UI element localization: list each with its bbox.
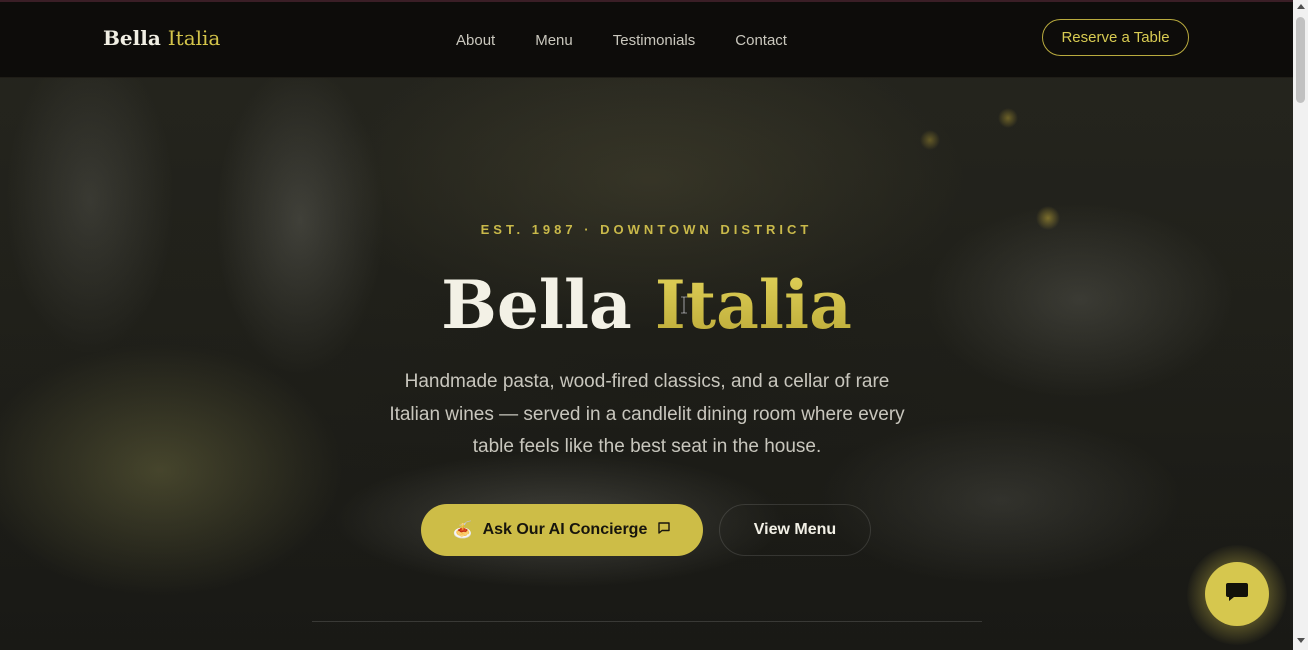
chat-widget-button[interactable] [1205,562,1269,626]
navbar: Bella Italia About Menu Testimonials Con… [0,2,1293,78]
hero-title: Bella Italia [0,262,1293,348]
page: Bella Italia About Menu Testimonials Con… [0,0,1293,650]
nav-links: About Menu Testimonials Contact [456,32,827,49]
scrollbar-thumb[interactable] [1296,17,1305,103]
nav-link-testimonials[interactable]: Testimonials [613,32,696,49]
nav-link-contact[interactable]: Contact [735,32,787,49]
nav-link-about[interactable]: About [456,32,495,49]
hero-divider [312,621,982,622]
reserve-table-button[interactable]: Reserve a Table [1042,19,1189,56]
logo-text-accent: Italia [167,26,221,50]
ask-ai-concierge-label: Ask Our AI Concierge [482,521,648,538]
logo-text-primary: Bella [103,26,161,50]
scroll-up-arrow-icon[interactable] [1297,4,1305,9]
chat-bubble-icon [657,521,671,540]
logo[interactable]: Bella Italia [103,26,220,50]
hero-eyebrow: EST. 1987 · DOWNTOWN DISTRICT [480,222,813,237]
page-scrollbar[interactable] [1293,0,1308,650]
ask-ai-concierge-button[interactable]: 🍝 Ask Our AI Concierge [421,504,703,556]
hero-subtitle: Handmade pasta, wood-fired classics, and… [389,371,905,457]
chat-icon [1225,581,1249,608]
view-menu-button[interactable]: View Menu [719,504,871,556]
pasta-icon: 🍝 [452,522,473,539]
nav-link-menu[interactable]: Menu [535,32,573,49]
hero-title-primary: Bella [441,266,632,344]
scroll-down-arrow-icon[interactable] [1297,638,1305,643]
text-cursor-icon [680,296,688,314]
